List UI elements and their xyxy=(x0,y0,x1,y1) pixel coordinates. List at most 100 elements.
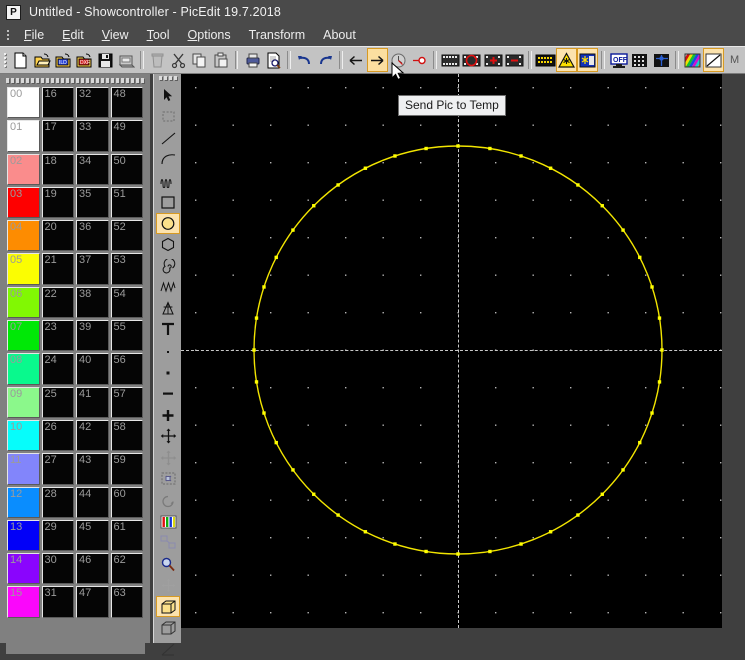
print-button[interactable] xyxy=(241,48,262,72)
blank-output-button[interactable]: OFF xyxy=(608,48,629,72)
open-file-button[interactable] xyxy=(32,48,53,72)
palette-swatch-17[interactable]: 17 xyxy=(42,120,75,151)
dot-tool[interactable] xyxy=(156,362,180,383)
blanking-button[interactable] xyxy=(703,48,724,72)
palette-swatch-06[interactable]: 06 xyxy=(7,287,40,318)
palette-swatch-39[interactable]: 39 xyxy=(76,320,109,351)
palette-swatch-18[interactable]: 18 xyxy=(42,154,75,185)
toolstrip-grip-icon[interactable] xyxy=(159,76,177,83)
palette-swatch-12[interactable]: 12 xyxy=(7,487,40,518)
circle-shape[interactable] xyxy=(181,74,722,628)
palette-swatch-33[interactable]: 33 xyxy=(76,120,109,151)
menu-item-transform[interactable]: Transform xyxy=(240,26,315,44)
palette-swatch-51[interactable]: 51 xyxy=(111,187,144,218)
palette-swatch-14[interactable]: 14 xyxy=(7,553,40,584)
palette-swatch-19[interactable]: 19 xyxy=(42,187,75,218)
palette-swatch-21[interactable]: 21 xyxy=(42,253,75,284)
palette-swatch-11[interactable]: 11 xyxy=(7,453,40,484)
laser-warning-button[interactable] xyxy=(556,48,577,72)
overflow-button[interactable]: M xyxy=(724,48,745,72)
segment-tool[interactable] xyxy=(156,383,180,404)
palette-swatch-15[interactable]: 15 xyxy=(7,586,40,617)
cube-outline-tool[interactable] xyxy=(156,617,180,638)
palette-grip-icon[interactable] xyxy=(4,76,144,84)
save-as-button[interactable] xyxy=(116,48,137,72)
scale-tool[interactable] xyxy=(156,468,180,489)
palette-swatch-34[interactable]: 34 xyxy=(76,154,109,185)
palette-swatch-04[interactable]: 04 xyxy=(7,220,40,251)
palette-swatch-05[interactable]: 05 xyxy=(7,253,40,284)
menu-item-about[interactable]: About xyxy=(314,26,365,44)
menu-item-view[interactable]: View xyxy=(93,26,138,44)
palette-swatch-60[interactable]: 60 xyxy=(111,487,144,518)
text-tool[interactable] xyxy=(156,319,180,340)
palette-swatch-09[interactable]: 09 xyxy=(7,387,40,418)
palette-swatch-16[interactable]: 16 xyxy=(42,87,75,118)
palette-swatch-24[interactable]: 24 xyxy=(42,353,75,384)
palette-swatch-13[interactable]: 13 xyxy=(7,520,40,551)
palette-swatch-27[interactable]: 27 xyxy=(42,453,75,484)
center-tool[interactable] xyxy=(156,575,180,596)
cut-button[interactable] xyxy=(168,48,189,72)
grid-button[interactable] xyxy=(629,48,650,72)
palette-swatch-50[interactable]: 50 xyxy=(111,154,144,185)
frame-loop-button[interactable] xyxy=(461,48,482,72)
open-ild-button[interactable]: ILD xyxy=(53,48,74,72)
palette-swatch-37[interactable]: 37 xyxy=(76,253,109,284)
color-bars-tool[interactable] xyxy=(156,511,180,532)
palette-swatch-42[interactable]: 42 xyxy=(76,420,109,451)
zigzag-tool[interactable] xyxy=(156,277,180,298)
diagonal-tool[interactable] xyxy=(156,639,180,660)
palette-swatch-38[interactable]: 38 xyxy=(76,287,109,318)
palette-swatch-48[interactable]: 48 xyxy=(111,87,144,118)
palette-swatch-59[interactable]: 59 xyxy=(111,453,144,484)
line-tool[interactable] xyxy=(156,128,180,149)
copy-button[interactable] xyxy=(189,48,210,72)
palette-swatch-58[interactable]: 58 xyxy=(111,420,144,451)
resize-tool[interactable] xyxy=(156,532,180,553)
anchor-button[interactable] xyxy=(651,48,672,72)
crosshair-tool[interactable] xyxy=(156,404,180,425)
menu-grip-icon[interactable] xyxy=(3,28,12,42)
palette-swatch-54[interactable]: 54 xyxy=(111,287,144,318)
palette-swatch-01[interactable]: 01 xyxy=(7,120,40,151)
rotate-tool[interactable] xyxy=(156,490,180,511)
palette-swatch-57[interactable]: 57 xyxy=(111,387,144,418)
get-pic-from-temp-button[interactable] xyxy=(346,48,367,72)
cube-3d-tool[interactable] xyxy=(156,596,180,617)
palette-swatch-00[interactable]: 00 xyxy=(7,87,40,118)
frames-button[interactable] xyxy=(440,48,461,72)
color-gradient-button[interactable] xyxy=(682,48,703,72)
point-tool[interactable] xyxy=(156,341,180,362)
palette-swatch-07[interactable]: 07 xyxy=(7,320,40,351)
frame-add-button[interactable] xyxy=(483,48,504,72)
undo-button[interactable] xyxy=(294,48,315,72)
menu-item-options[interactable]: Options xyxy=(179,26,240,44)
palette-swatch-31[interactable]: 31 xyxy=(42,586,75,617)
redo-button[interactable] xyxy=(315,48,336,72)
wave-tool[interactable] xyxy=(156,170,180,191)
palette-swatch-26[interactable]: 26 xyxy=(42,420,75,451)
palette-swatch-62[interactable]: 62 xyxy=(111,553,144,584)
menu-item-edit[interactable]: Edit xyxy=(53,26,93,44)
open-dxf-button[interactable]: DXF xyxy=(74,48,95,72)
menu-item-file[interactable]: File xyxy=(15,26,53,44)
beam-preview-button[interactable] xyxy=(577,48,598,72)
palette-swatch-03[interactable]: 03 xyxy=(7,187,40,218)
arc-tool[interactable] xyxy=(156,149,180,170)
move-locked-tool[interactable] xyxy=(156,447,180,468)
palette-swatch-28[interactable]: 28 xyxy=(42,487,75,518)
palette-swatch-30[interactable]: 30 xyxy=(42,553,75,584)
palette-swatch-20[interactable]: 20 xyxy=(42,220,75,251)
move-tool[interactable] xyxy=(156,426,180,447)
palette-swatch-40[interactable]: 40 xyxy=(76,353,109,384)
palette-swatch-08[interactable]: 08 xyxy=(7,353,40,384)
palette-swatch-23[interactable]: 23 xyxy=(42,320,75,351)
palette-swatch-55[interactable]: 55 xyxy=(111,320,144,351)
palette-swatch-35[interactable]: 35 xyxy=(76,187,109,218)
palette-swatch-10[interactable]: 10 xyxy=(7,420,40,451)
menu-item-tool[interactable]: Tool xyxy=(138,26,179,44)
timing-button[interactable] xyxy=(388,48,409,72)
select-arrow-tool[interactable] xyxy=(156,85,180,106)
palette-swatch-25[interactable]: 25 xyxy=(42,387,75,418)
